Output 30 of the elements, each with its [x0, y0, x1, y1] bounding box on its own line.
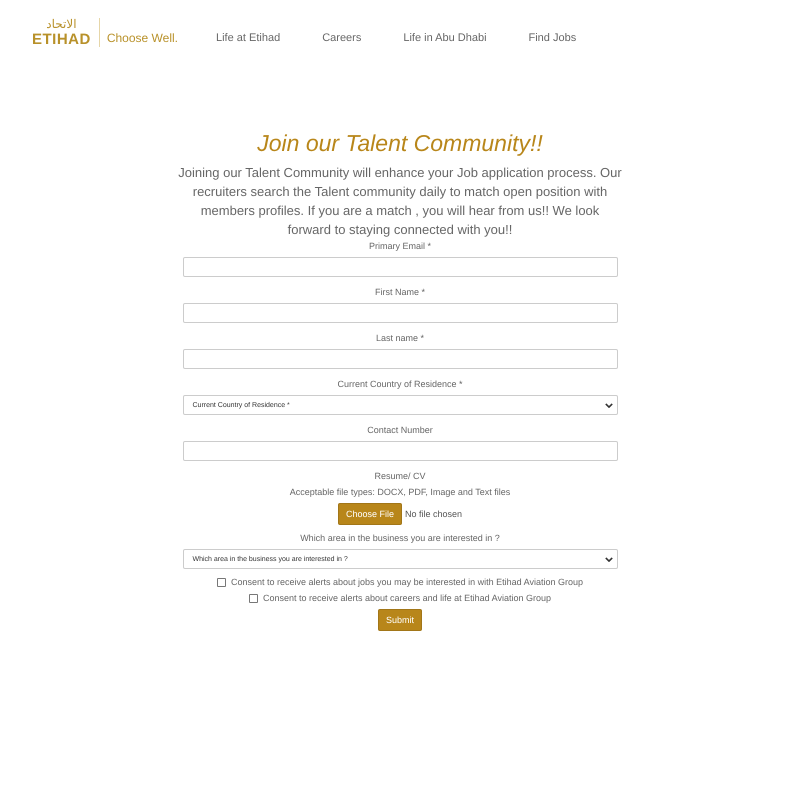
- logo-arabic-text: الاتحاد: [46, 18, 77, 30]
- input-field[interactable]: [182, 441, 618, 461]
- choose-file-button[interactable]: Choose File: [338, 503, 402, 525]
- checkbox[interactable]: [216, 578, 226, 586]
- field-label: Current Country of Residence *: [337, 379, 463, 389]
- field-label: Resume/ CV: [374, 471, 426, 481]
- input-field[interactable]: [182, 303, 618, 323]
- intro-paragraph: Joining our Talent Community will enhance your Job application process. Our recruiters search the Talent community daily to match open position with members profiles. If you are a match , you will hear from us!! We look forward to staying connected with you!!: [178, 164, 622, 239]
- field-label: Which area in the business you are interested in ?: [300, 533, 500, 543]
- field-label: First Name *: [374, 287, 425, 297]
- consent-label: Consent to receive alerts about careers and life at Etihad Aviation Group: [262, 593, 551, 603]
- page-title: Join our Talent Community!!: [257, 130, 543, 157]
- consent-label: Consent to receive alerts about jobs you may be interested in with Etihad Aviation Group: [230, 577, 584, 587]
- file-types-note: Acceptable file types: DOCX, PDF, Image and Text files: [290, 487, 510, 497]
- logo-text: ETIHAD: [32, 32, 91, 46]
- nav-link[interactable]: Find Jobs: [528, 32, 576, 44]
- field-label: Last name *: [376, 333, 424, 343]
- nav-link[interactable]: Life in Abu Dhabi: [403, 32, 487, 44]
- tagline: Choose Well.: [106, 31, 178, 45]
- input-field[interactable]: [182, 257, 618, 277]
- input-field[interactable]: [182, 349, 618, 369]
- submit-button[interactable]: Submit: [378, 609, 422, 631]
- chevron-icon: [604, 402, 612, 408]
- field-label: Primary Email *: [368, 241, 431, 251]
- checkbox[interactable]: [248, 594, 258, 602]
- file-status: No file chosen: [404, 509, 462, 519]
- nav-link[interactable]: Life at Etihad: [216, 32, 280, 44]
- field-label: Contact Number: [367, 425, 433, 435]
- nav-link[interactable]: Careers: [322, 32, 362, 44]
- chevron-icon: [604, 556, 612, 562]
